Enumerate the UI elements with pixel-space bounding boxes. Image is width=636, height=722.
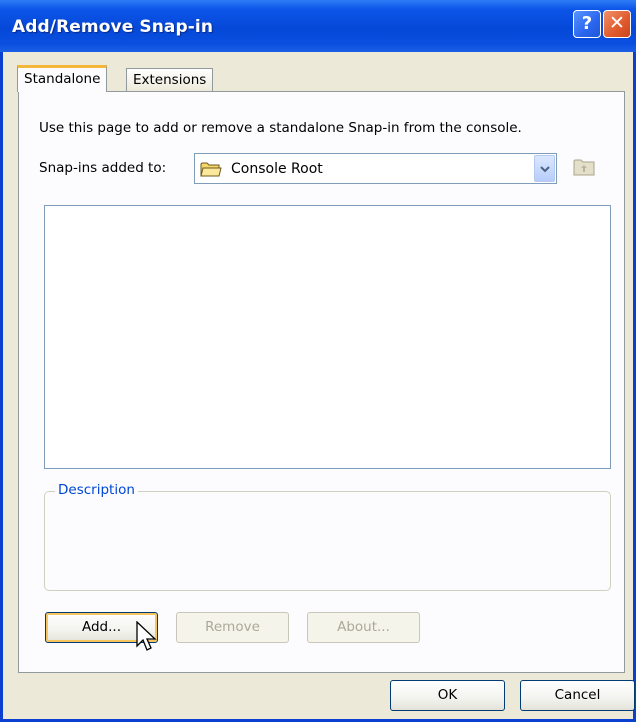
- tab-extensions[interactable]: Extensions: [126, 68, 214, 92]
- about-button[interactable]: About...: [307, 612, 420, 643]
- standalone-tab-panel: Use this page to add or remove a standal…: [18, 91, 625, 673]
- mouse-pointer-icon: [136, 621, 157, 651]
- chevron-down-icon: [540, 166, 550, 173]
- tab-standalone[interactable]: Standalone: [17, 65, 108, 92]
- dropdown-arrow-button[interactable]: [534, 155, 555, 182]
- window-title: Add/Remove Snap-in: [12, 17, 214, 37]
- description-label: Description: [55, 482, 138, 498]
- help-button[interactable]: ?: [573, 10, 601, 38]
- dialog-client-area: Extensions Standalone Use this page to a…: [3, 52, 635, 719]
- cancel-button[interactable]: Cancel: [520, 680, 635, 711]
- up-one-level-icon[interactable]: [572, 157, 596, 177]
- add-remove-snapin-dialog: Add/Remove Snap-in ? ✕ Extensions Standa…: [0, 0, 636, 722]
- help-icon: ?: [581, 13, 593, 34]
- close-icon: ✕: [609, 12, 625, 34]
- snapins-added-to-combobox[interactable]: Console Root: [194, 153, 557, 184]
- intro-text: Use this page to add or remove a standal…: [39, 120, 522, 136]
- close-button[interactable]: ✕: [603, 10, 631, 38]
- title-bar[interactable]: Add/Remove Snap-in ? ✕: [0, 0, 636, 52]
- ok-button[interactable]: OK: [390, 680, 505, 711]
- description-groupbox: Description: [44, 482, 611, 591]
- combo-selected-value: Console Root: [231, 161, 323, 177]
- remove-button[interactable]: Remove: [176, 612, 289, 643]
- snapin-listbox[interactable]: [44, 205, 611, 469]
- snapins-added-to-label: Snap-ins added to:: [39, 160, 167, 176]
- folder-icon: [200, 162, 222, 177]
